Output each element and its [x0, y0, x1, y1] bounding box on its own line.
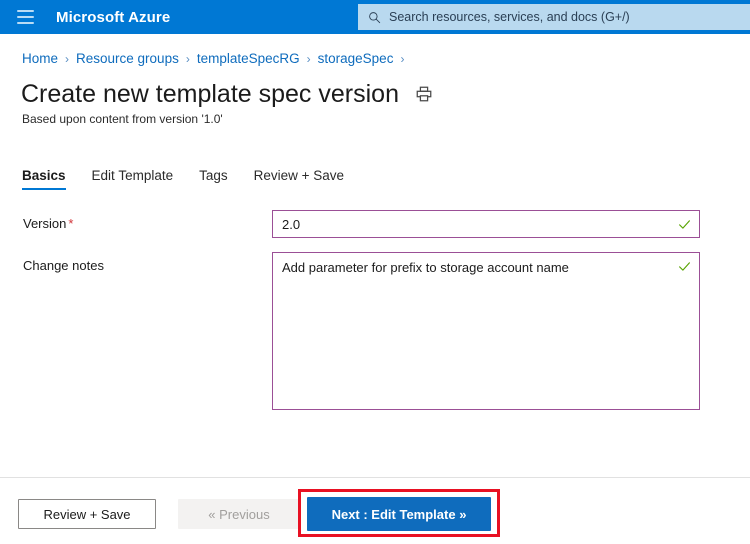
hamburger-bar: [16, 22, 34, 24]
tab-edit-template[interactable]: Edit Template: [92, 168, 174, 190]
tab-tags[interactable]: Tags: [199, 168, 228, 190]
wizard-footer: Review + Save « Previous Next : Edit Tem…: [0, 478, 750, 544]
change-notes-field-row: Change notes: [0, 252, 750, 415]
page-header: Create new template spec version: [21, 79, 433, 109]
breadcrumb-item-home[interactable]: Home: [22, 51, 58, 66]
change-notes-field-control: [272, 252, 700, 415]
hamburger-bar: [16, 10, 34, 12]
global-search-placeholder: Search resources, services, and docs (G+…: [389, 10, 630, 24]
azure-brand-label[interactable]: Microsoft Azure: [56, 9, 170, 26]
page-title: Create new template spec version: [21, 80, 399, 108]
basics-form: Version* Change notes: [0, 210, 750, 429]
print-icon[interactable]: [415, 85, 433, 103]
tab-review-save[interactable]: Review + Save: [254, 168, 344, 190]
breadcrumb-item-templatespecrg[interactable]: templateSpecRG: [197, 51, 300, 66]
page-subtitle: Based upon content from version '1.0': [22, 112, 223, 126]
top-navigation-bar: Microsoft Azure Search resources, servic…: [0, 0, 750, 34]
review-save-button[interactable]: Review + Save: [18, 499, 156, 529]
breadcrumb-item-resource-groups[interactable]: Resource groups: [76, 51, 179, 66]
next-edit-template-button[interactable]: Next : Edit Template »: [307, 497, 491, 531]
required-marker: *: [68, 216, 74, 231]
wizard-tabs: Basics Edit Template Tags Review + Save: [22, 168, 370, 190]
breadcrumb-separator: ›: [65, 51, 70, 66]
version-label: Version *: [0, 210, 272, 231]
tab-basics[interactable]: Basics: [22, 168, 66, 190]
breadcrumb-separator: ›: [185, 51, 190, 66]
hamburger-bar: [16, 16, 34, 18]
version-field-control: [272, 210, 700, 238]
breadcrumb-separator-trailing: ›: [400, 51, 405, 66]
breadcrumb: Home › Resource groups › templateSpecRG …: [22, 51, 411, 66]
version-input[interactable]: [272, 210, 700, 238]
change-notes-textarea[interactable]: [272, 252, 700, 410]
version-label-text: Version: [23, 216, 67, 231]
version-field-row: Version *: [0, 210, 750, 238]
search-icon: [369, 11, 381, 23]
breadcrumb-item-storagespec[interactable]: storageSpec: [318, 51, 394, 66]
change-notes-label: Change notes: [0, 252, 272, 273]
change-notes-label-text: Change notes: [23, 258, 104, 273]
global-search-box[interactable]: Search resources, services, and docs (G+…: [358, 4, 750, 30]
previous-button: « Previous: [178, 499, 300, 529]
breadcrumb-separator: ›: [306, 51, 311, 66]
hamburger-menu-icon[interactable]: [8, 0, 42, 34]
